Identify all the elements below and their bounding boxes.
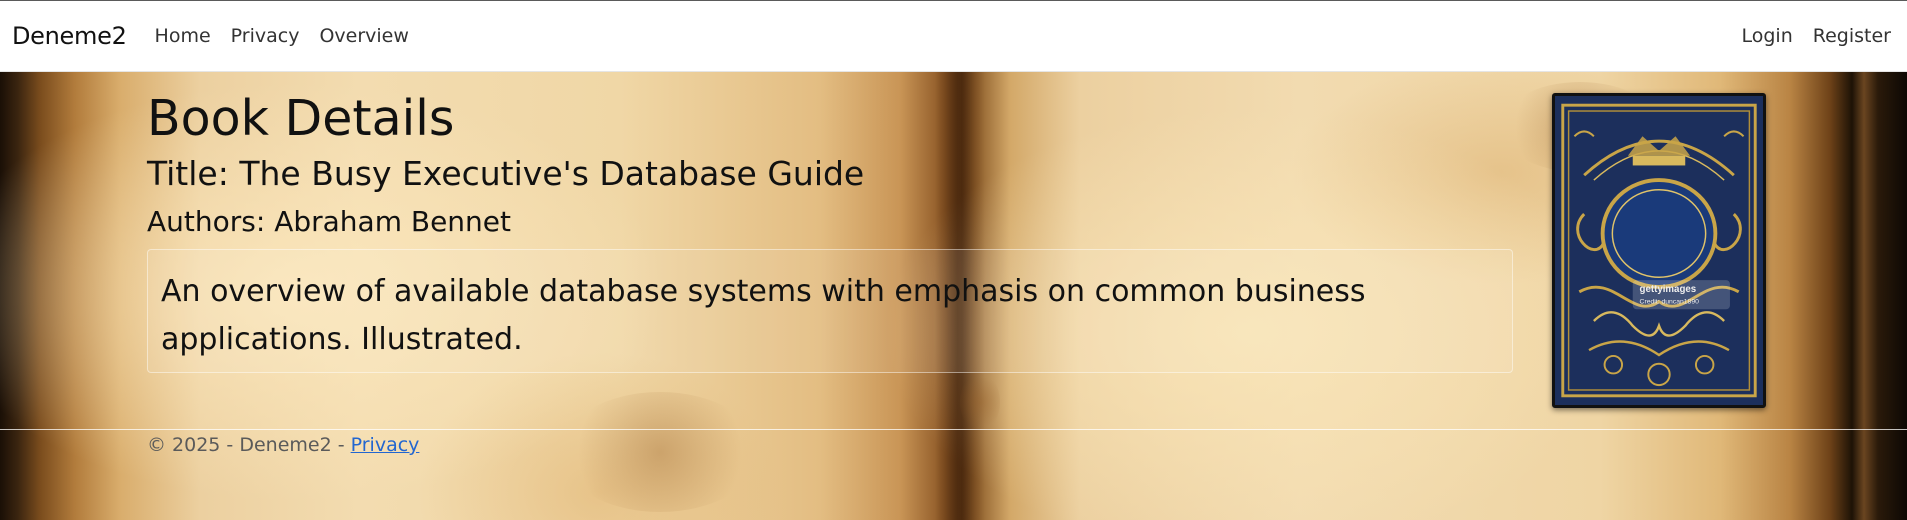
paper-stain xyxy=(560,392,760,512)
top-navbar: Deneme2 Home Privacy Overview Login Regi… xyxy=(0,0,1907,72)
footer-privacy-link[interactable]: Privacy xyxy=(351,434,420,456)
login-link[interactable]: Login xyxy=(1732,25,1803,47)
book-cover-image: gettyimages Credit: duncan1890 xyxy=(1552,93,1766,408)
nav-home-link[interactable]: Home xyxy=(145,25,221,47)
page-footer: © 2025 - Deneme2 - Privacy xyxy=(147,434,419,456)
nav-privacy-link[interactable]: Privacy xyxy=(221,25,310,47)
footer-copyright: © 2025 - Deneme2 - xyxy=(147,434,351,456)
footer-divider xyxy=(0,429,1907,430)
page-title: Book Details xyxy=(147,90,455,147)
nav-overview-link[interactable]: Overview xyxy=(309,25,418,47)
brand-link[interactable]: Deneme2 xyxy=(12,22,127,50)
main-nav: Home Privacy Overview xyxy=(145,25,419,47)
book-details-section: Book Details Title: The Busy Executive's… xyxy=(147,90,1513,374)
book-authors: Authors: Abraham Bennet xyxy=(147,205,511,239)
register-link[interactable]: Register xyxy=(1803,25,1895,47)
book-description: An overview of available database system… xyxy=(161,274,1366,358)
book-title: Title: The Busy Executive's Database Gui… xyxy=(147,153,865,193)
ornate-book-cover-image: gettyimages Credit: duncan1890 xyxy=(1555,97,1763,404)
watermark-brand-text: gettyimages xyxy=(1640,284,1697,295)
paper-stain xyxy=(960,372,1000,432)
description-card: An overview of available database system… xyxy=(147,249,1513,374)
watermark-credit-text: Credit: duncan1890 xyxy=(1640,298,1700,305)
